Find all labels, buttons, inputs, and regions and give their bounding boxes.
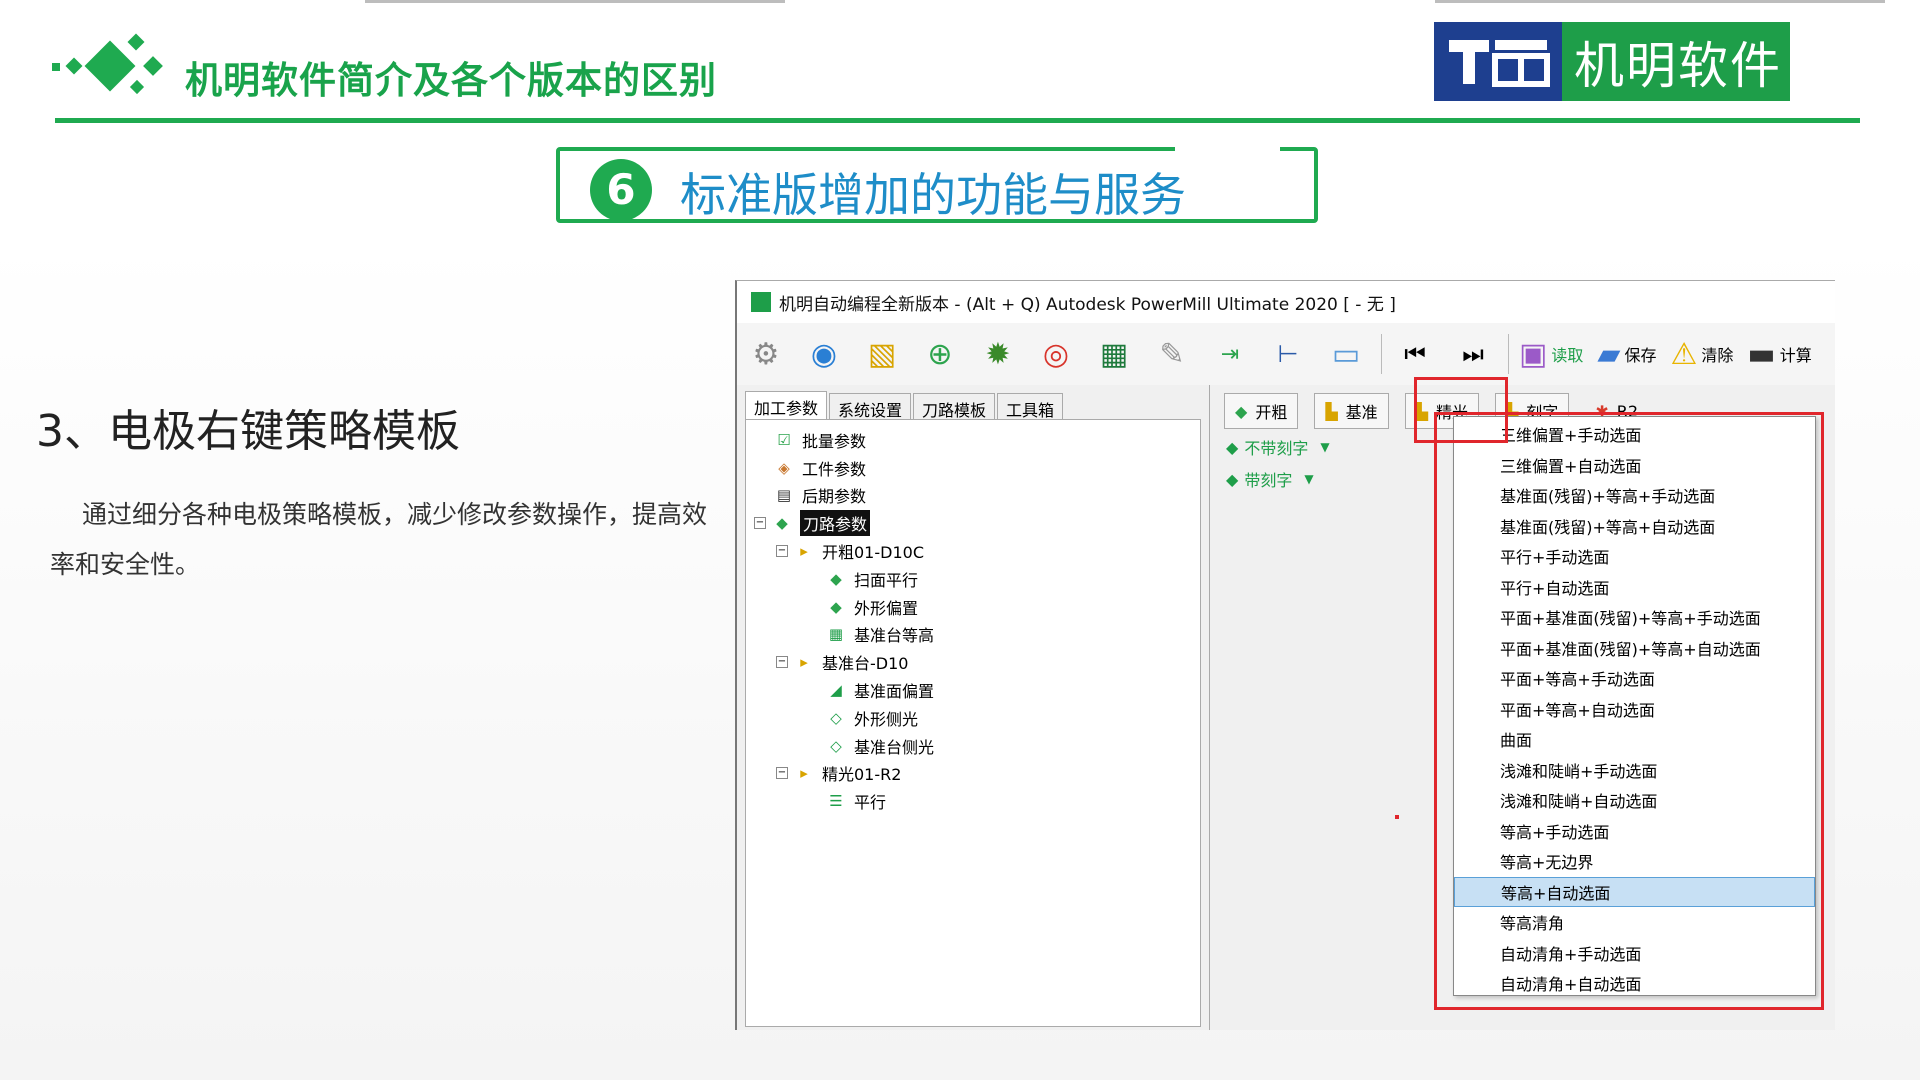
tree-leaf[interactable]: ☰ 平行 — [746, 787, 1200, 815]
red-marker — [1395, 815, 1399, 819]
section-number: 6 — [590, 159, 652, 221]
tab-bar: 加工参数 系统设置 刀路模板 工具箱 — [745, 391, 1065, 421]
import-icon[interactable]: ⇥ — [1207, 331, 1253, 377]
collapse-icon[interactable]: − — [754, 517, 766, 530]
section-title: 标准版增加的功能与服务 — [680, 168, 1186, 222]
calc-button[interactable]: ▬ 计算 — [1747, 337, 1811, 372]
left-pane: 加工参数 系统设置 刀路模板 工具箱 ☑ 批量参数 ◈ 工件参数 ▤ 后期参数 … — [737, 385, 1205, 1030]
strategy-icon: ◆ — [1226, 469, 1239, 489]
save-icon: ▰ — [1597, 336, 1621, 372]
folder-group-icon: ▸ — [800, 764, 808, 783]
clear-button[interactable]: ⚠ 清除 — [1670, 337, 1733, 372]
feature-description: 通过细分各种电极策略模板，减少修改参数操作，提高效率和安全性。 — [50, 500, 708, 579]
tree-item[interactable]: ☑ 批量参数 — [746, 426, 1200, 454]
excel-icon[interactable]: ▦ — [1091, 331, 1137, 377]
checklist-icon: ☑ — [777, 430, 791, 449]
base-icon: ▙ — [1325, 401, 1338, 421]
window-titlebar: 机明自动编程全新版本 - (Alt + Q) Autodesk PowerMil… — [737, 281, 1835, 323]
monitor-icon: ▬ — [1747, 336, 1776, 372]
strategy-icon: ◢ — [830, 681, 842, 700]
param-tree: ☑ 批量参数 ◈ 工件参数 ▤ 后期参数 − ◆ 刀路参数 − ▸ 开粗01-D… — [745, 419, 1201, 1027]
no-engrave-row[interactable]: ◆ 不带刻字 ▼ — [1226, 435, 1330, 459]
strategy-icon: ▦ — [828, 625, 844, 644]
top-decor-bar-right — [1435, 0, 1885, 3]
tab-machining-params[interactable]: 加工参数 — [745, 391, 828, 421]
brand-text: 机明软件 — [1574, 36, 1782, 95]
base-button[interactable]: ▙ 基准 — [1314, 393, 1389, 429]
collapse-icon[interactable]: − — [776, 767, 788, 780]
rough-icon: ◆ — [1235, 401, 1248, 421]
strategy-icon: ◆ — [830, 569, 842, 588]
part-icon: ◈ — [778, 458, 790, 477]
cog-icon[interactable]: ✹ — [975, 331, 1021, 377]
tab-toolbox[interactable]: 工具箱 — [997, 393, 1064, 420]
top-decor-bar-left — [365, 0, 785, 3]
strategy-icon: ◆ — [830, 597, 842, 616]
collapse-icon[interactable]: − — [776, 545, 788, 558]
tree-leaf[interactable]: ◇ 外形侧光 — [746, 704, 1200, 732]
tree-leaf[interactable]: ◢ 基准面偏置 — [746, 676, 1200, 704]
save-button[interactable]: ▰ 保存 — [1597, 337, 1656, 372]
window-title: 机明自动编程全新版本 - (Alt + Q) Autodesk PowerMil… — [779, 294, 1396, 315]
tab-system-settings[interactable]: 系统设置 — [829, 393, 912, 420]
brand-mark-icon — [1434, 22, 1562, 101]
feature-heading: 3、电极右键策略模板 — [36, 406, 460, 457]
strategy-icon: ◇ — [830, 708, 842, 727]
tree-group[interactable]: − ▸ 基准台-D10 — [746, 648, 1200, 676]
header-divider — [55, 118, 1860, 123]
tree-group[interactable]: − ▸ 开粗01-D10C — [746, 537, 1200, 565]
tree-item[interactable]: ◈ 工件参数 — [746, 454, 1200, 482]
folder-group-icon: ▸ — [800, 653, 808, 672]
app-icon — [751, 292, 771, 312]
tree-item[interactable]: − ◆ 刀路参数 — [746, 509, 1200, 537]
tree-leaf[interactable]: ◇ 基准台侧光 — [746, 732, 1200, 760]
first-icon[interactable]: ⏮ — [1392, 331, 1438, 377]
rough-button[interactable]: ◆ 开粗 — [1224, 393, 1299, 429]
section-banner: 6 标准版增加的功能与服务 — [556, 147, 1318, 223]
folder-icon[interactable]: ▭ — [1323, 331, 1369, 377]
tree-icon[interactable]: ⊢ — [1265, 331, 1311, 377]
tree-leaf[interactable]: ▦ 基准台等高 — [746, 621, 1200, 649]
warning-icon: ⚠ — [1670, 336, 1698, 372]
tab-toolpath-templates[interactable]: 刀路模板 — [913, 393, 996, 420]
strategy-icon: ◆ — [1226, 437, 1239, 457]
callout-box-menu — [1434, 412, 1824, 1010]
read-button[interactable]: ▣ 读取 — [1519, 337, 1583, 372]
strategy-icon: ☰ — [829, 792, 843, 811]
brand-logo: 机明软件 — [1434, 22, 1790, 101]
wrench-icon[interactable]: ✎ — [1149, 331, 1195, 377]
chart-icon[interactable]: ▧ — [859, 331, 905, 377]
target-icon[interactable]: ◎ — [1033, 331, 1079, 377]
collapse-icon[interactable]: − — [776, 656, 788, 669]
post-icon: ▤ — [776, 486, 792, 505]
gear-icon[interactable]: ⚙ — [743, 331, 789, 377]
add-icon[interactable]: ⊕ — [917, 331, 963, 377]
dropdown-arrow-icon[interactable]: ▼ — [1320, 440, 1329, 454]
dropdown-arrow-icon[interactable]: ▼ — [1304, 472, 1313, 486]
tree-leaf[interactable]: ◆ 外形偏置 — [746, 593, 1200, 621]
diamond-logo-icon — [52, 33, 163, 95]
read-icon: ▣ — [1519, 336, 1548, 372]
globe-icon[interactable]: ◉ — [801, 331, 847, 377]
toolpath-icon: ◆ — [776, 514, 788, 533]
with-engrave-row[interactable]: ◆ 带刻字 ▼ — [1226, 467, 1314, 491]
slide-title: 机明软件简介及各个版本的区别 — [185, 59, 717, 102]
last-icon[interactable]: ⏭ — [1450, 331, 1496, 377]
folder-group-icon: ▸ — [800, 542, 808, 561]
tree-leaf[interactable]: ◆ 扫面平行 — [746, 565, 1200, 593]
toolbar: ⚙ ◉ ▧ ⊕ ✹ ◎ ▦ ✎ ⇥ ⊢ ▭ ⏮ ⏭ ▣ 读取 ▰ 保存 ⚠ 清除… — [737, 323, 1835, 385]
tree-group[interactable]: − ▸ 精光01-R2 — [746, 760, 1200, 788]
strategy-icon: ◇ — [830, 736, 842, 755]
tree-item[interactable]: ▤ 后期参数 — [746, 482, 1200, 510]
